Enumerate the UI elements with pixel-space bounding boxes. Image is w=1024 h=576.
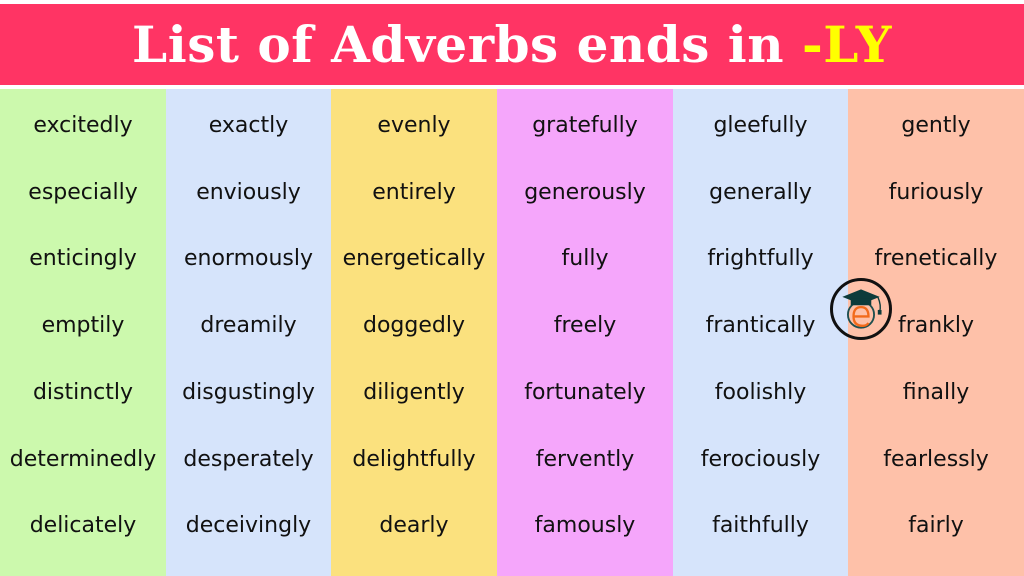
adverb-word: generally — [709, 179, 812, 205]
adverb-word: dreamily — [200, 313, 297, 339]
page-title: List of Adverbs ends in -LY — [132, 15, 892, 74]
adverb-word: exactly — [208, 113, 289, 138]
adverb-word: deceivingly — [185, 513, 312, 539]
title-banner: List of Adverbs ends in -LY — [0, 4, 1024, 85]
adverb-word: fervently — [535, 446, 635, 472]
adverb-word: especially — [28, 179, 138, 205]
adverb-word: gleefully — [713, 113, 808, 138]
adverb-word: entirely — [372, 179, 456, 205]
adverb-word: delicately — [29, 513, 137, 539]
adverb-word: frankly — [897, 313, 975, 339]
adverb-word: excitedly — [33, 113, 133, 138]
adverb-word: faithfully — [712, 513, 809, 539]
adverb-word: evenly — [377, 113, 451, 138]
adverb-word: determinedly — [9, 446, 157, 472]
adverb-word: enticingly — [29, 246, 137, 272]
column-1: excitedly especially enticingly emptily … — [0, 89, 166, 576]
column-2: exactly enviously enormously dreamily di… — [166, 89, 331, 576]
adverb-word: generously — [524, 179, 646, 205]
adverb-word: distinctly — [32, 379, 134, 405]
adverb-word: desperately — [183, 446, 314, 472]
adverb-word: dearly — [379, 513, 449, 539]
adverb-word: fairly — [908, 513, 964, 539]
adverb-word: disgustingly — [182, 379, 315, 405]
adverb-word: famously — [534, 513, 636, 539]
adverb-word: fearlessly — [883, 446, 989, 472]
adverb-word: freely — [553, 313, 617, 339]
adverb-word: gratefully — [532, 113, 638, 138]
adverb-word: enviously — [196, 179, 301, 205]
adverb-word: finally — [902, 379, 970, 405]
column-4: gratefully generously fully freely fortu… — [497, 89, 673, 576]
adverb-word: diligently — [363, 379, 465, 405]
adverb-word: frightfully — [707, 246, 814, 272]
adverb-word: gently — [901, 113, 971, 138]
adverb-word: fully — [561, 246, 609, 272]
adverb-word: doggedly — [363, 313, 465, 339]
adverb-word: delightfully — [352, 446, 476, 472]
graduation-cap-e-logo-icon — [830, 278, 892, 340]
adverb-word: furiously — [888, 179, 984, 205]
column-3: evenly entirely energetically doggedly d… — [331, 89, 497, 576]
adverb-word: frenetically — [874, 246, 998, 272]
title-text: List of Adverbs ends in — [132, 15, 803, 74]
adverb-word: enormously — [183, 246, 314, 272]
adverb-word: energetically — [342, 246, 486, 272]
column-5: gleefully generally frightfully frantica… — [673, 89, 848, 576]
adverb-word: frantically — [705, 313, 816, 339]
title-highlight: -LY — [802, 15, 892, 74]
adverb-word: foolishly — [714, 379, 807, 405]
adverb-word: fortunately — [524, 379, 646, 405]
adverb-word: emptily — [41, 313, 125, 339]
adverb-word: ferociously — [700, 446, 821, 472]
